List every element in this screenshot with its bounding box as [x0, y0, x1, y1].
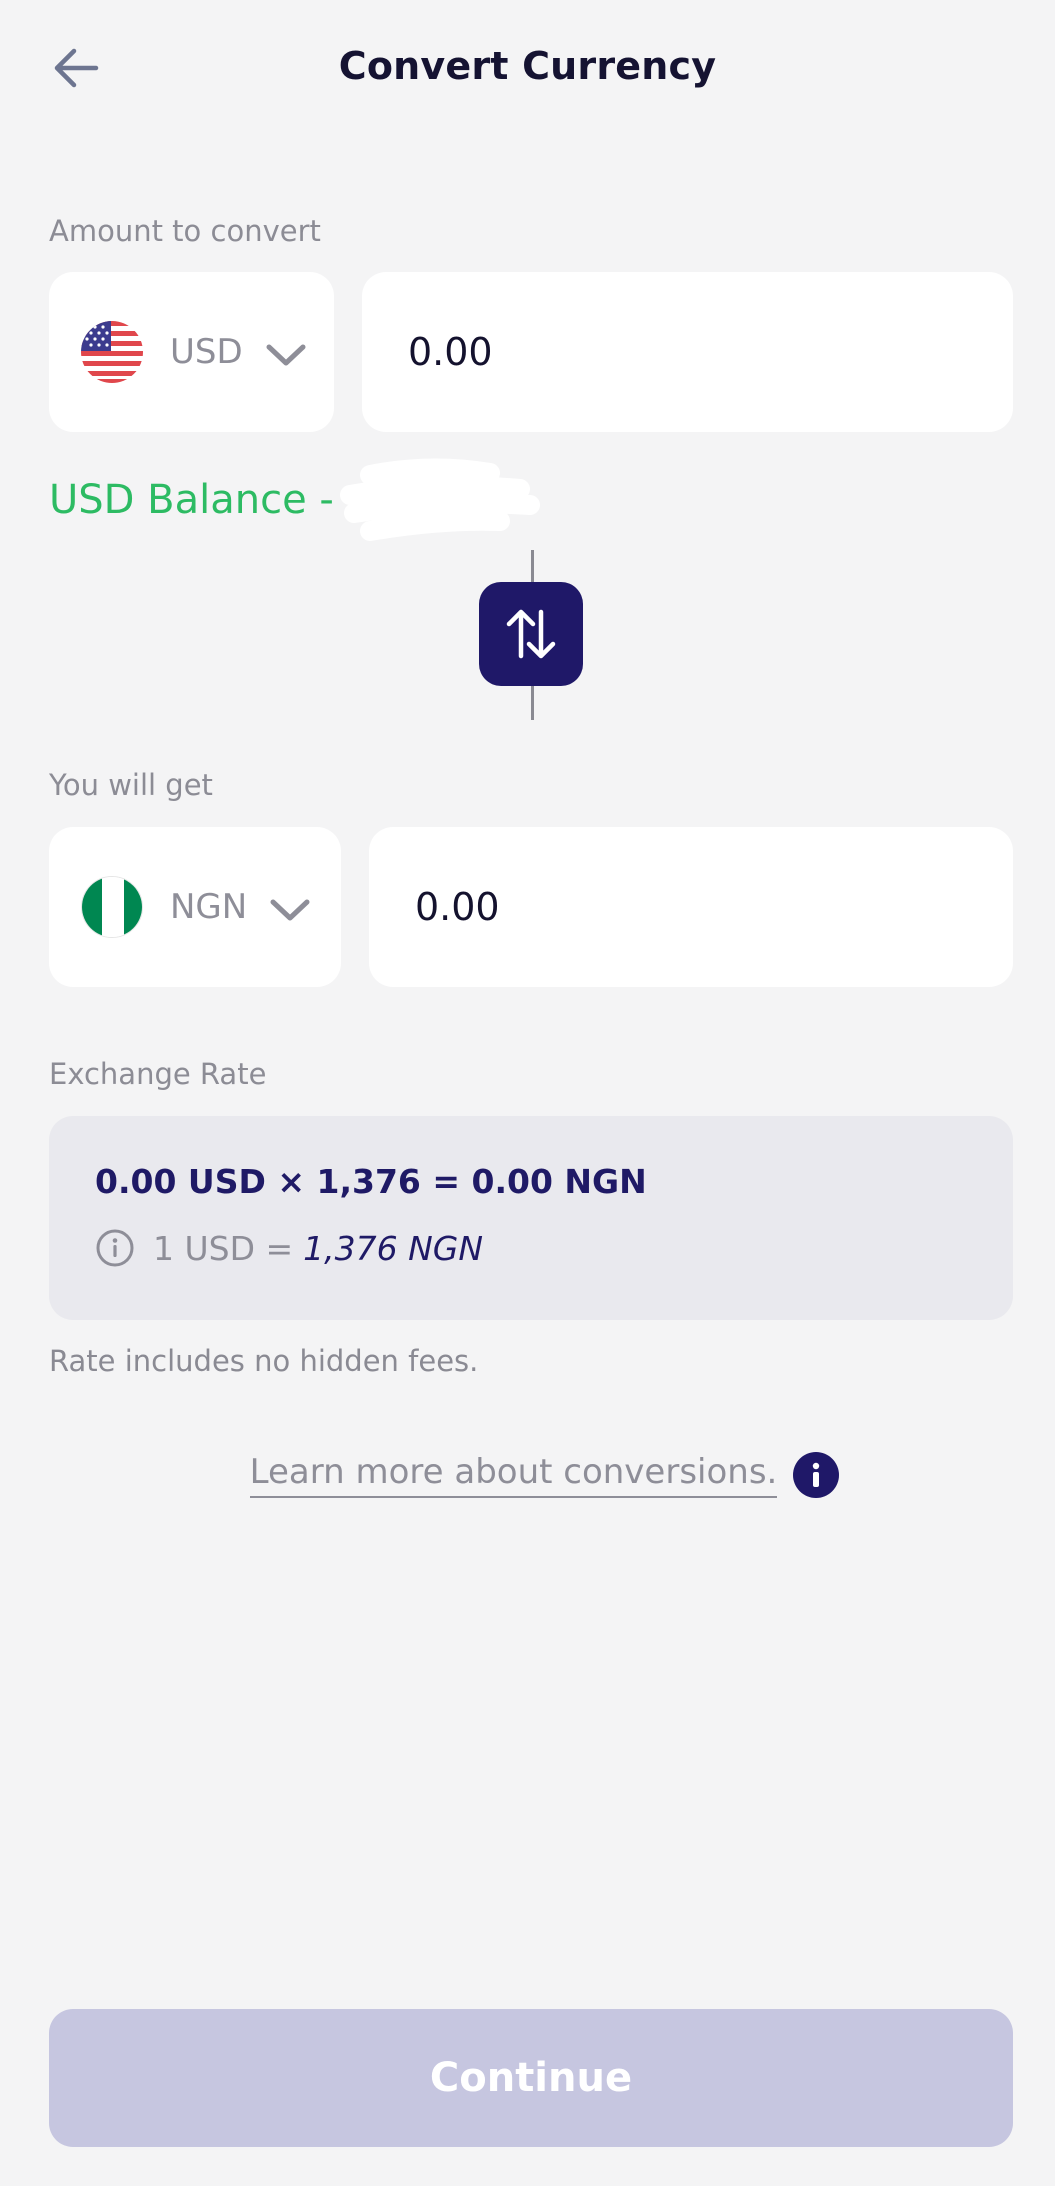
- from-amount-field[interactable]: [362, 272, 1013, 432]
- fees-note: Rate includes no hidden fees.: [49, 1344, 479, 1378]
- us-flag-icon: [81, 321, 143, 383]
- from-currency-select[interactable]: USD: [49, 272, 334, 432]
- from-amount-input[interactable]: [362, 330, 1013, 374]
- swap-vertical-arrows-icon: [506, 609, 556, 659]
- rate-info-line: 1 USD = 1,376 NGN: [95, 1228, 483, 1268]
- chevron-down-icon: [266, 344, 306, 366]
- swap-line-top: [531, 550, 534, 582]
- balance-label: USD Balance -: [49, 477, 334, 523]
- swap-line-bottom: [531, 686, 534, 720]
- continue-button[interactable]: Continue: [49, 2009, 1013, 2147]
- rate-formula: 0.00 USD × 1,376 = 0.00 NGN: [95, 1162, 647, 1201]
- exchange-rate-label: Exchange Rate: [49, 1057, 267, 1091]
- usd-balance: USD Balance -: [49, 455, 540, 545]
- convert-currency-screen: Convert Currency Amount to convert USD 0…: [0, 0, 1055, 2186]
- to-amount-field[interactable]: [369, 827, 1013, 987]
- rate-info-value: 1,376 NGN: [303, 1228, 484, 1268]
- amount-to-convert-label: Amount to convert: [49, 214, 321, 248]
- from-currency-code: USD: [170, 332, 243, 372]
- to-currency-code: NGN: [170, 887, 248, 927]
- to-amount-input[interactable]: [369, 885, 1013, 929]
- learn-more-row: Learn more about conversions.: [0, 1452, 1055, 1498]
- to-currency-select[interactable]: NGN: [49, 827, 341, 987]
- rate-info-prefix: 1 USD =: [153, 1228, 294, 1268]
- swap-currencies-button[interactable]: [479, 582, 583, 686]
- learn-more-link[interactable]: Learn more about conversions.: [249, 1452, 778, 1498]
- page-title: Convert Currency: [338, 44, 717, 88]
- chevron-down-icon: [270, 899, 310, 921]
- you-will-get-label: You will get: [49, 768, 213, 802]
- info-filled-icon[interactable]: [793, 1452, 840, 1498]
- nigeria-flag-icon: [81, 876, 143, 938]
- exchange-rate-box: 0.00 USD × 1,376 = 0.00 NGN 1 USD = 1,37…: [49, 1116, 1013, 1320]
- redacted-balance-scribble: [339, 458, 540, 541]
- info-circle-icon: [96, 1229, 134, 1267]
